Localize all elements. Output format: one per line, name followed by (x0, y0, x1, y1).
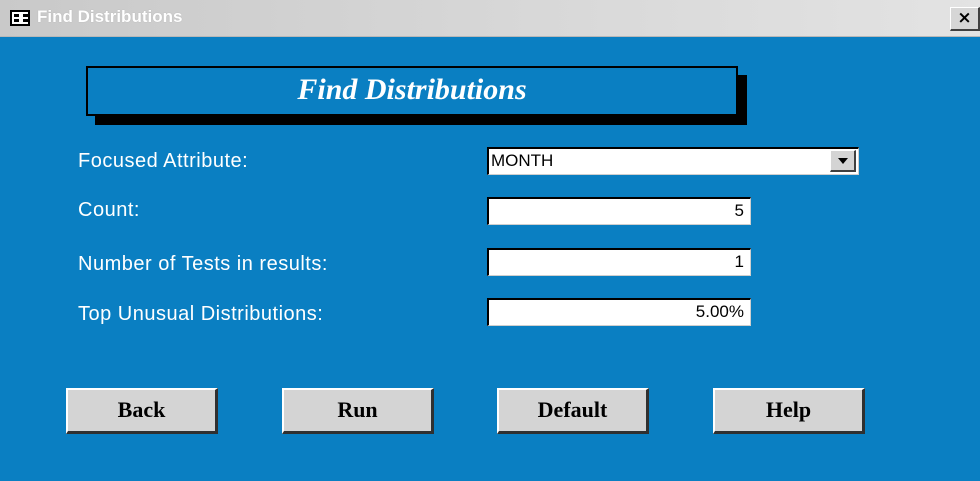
window-title: Find Distributions (37, 7, 183, 26)
focused-attribute-value: MONTH (491, 151, 554, 170)
count-input[interactable]: 5 (487, 197, 751, 225)
focused-attribute-select[interactable]: MONTH (487, 147, 859, 175)
top-unusual-label: Top Unusual Distributions: (78, 303, 324, 325)
help-button[interactable]: Help (713, 388, 865, 434)
focused-attribute-label: Focused Attribute: (78, 150, 249, 172)
count-label: Count: (78, 199, 140, 221)
default-button[interactable]: Default (497, 388, 649, 434)
num-tests-label: Number of Tests in results: (78, 253, 328, 275)
header-banner: Find Distributions (86, 66, 738, 116)
run-button[interactable]: Run (282, 388, 434, 434)
close-button[interactable]: × (950, 7, 980, 31)
page-title: Find Distributions (297, 73, 527, 106)
num-tests-input[interactable]: 1 (487, 248, 751, 276)
title-bar[interactable]: Find Distributions × (0, 0, 980, 37)
top-unusual-input[interactable]: 5.00% (487, 298, 751, 326)
form-icon (10, 10, 30, 26)
find-distributions-window: Find Distributions × Find Distributions … (0, 0, 980, 481)
dropdown-arrow-icon[interactable] (830, 150, 856, 172)
back-button[interactable]: Back (66, 388, 218, 434)
